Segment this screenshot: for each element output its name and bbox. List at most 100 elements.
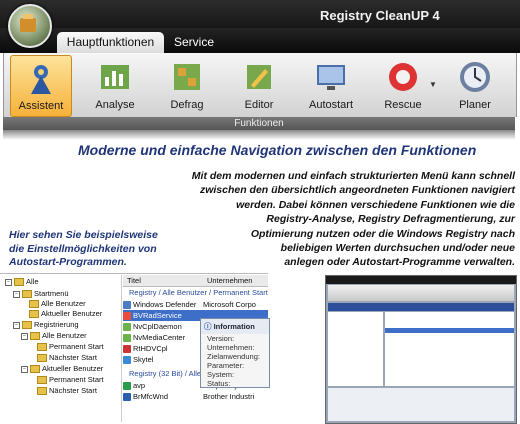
tree-item[interactable]: − Alle Benutzer <box>21 331 87 341</box>
folder-icon <box>22 290 32 299</box>
rescue-icon <box>389 63 417 91</box>
program-icon <box>123 345 131 354</box>
planer-button[interactable]: Planer <box>445 55 505 115</box>
description-line: anlegen oder Autostart-Programme verwalt… <box>284 256 515 269</box>
tab-hauptfunktionen[interactable]: Hauptfunktionen <box>57 32 164 53</box>
list-header: Titel Unternehmen <box>123 275 268 287</box>
folder-icon <box>30 332 40 341</box>
assistent-label: Assistent <box>18 100 64 112</box>
rescue-label: Rescue <box>384 99 422 111</box>
info-field: Parameter: <box>207 361 245 370</box>
app-title: Registry CleanUP 4 <box>320 8 440 23</box>
info-field: Unternehmen: <box>207 343 255 352</box>
ribbon-shadow <box>3 130 515 140</box>
description-line: Registry-Analyse, Registry Defragmentier… <box>266 213 515 226</box>
description-line: beliebigen Werten durchsuchen und/oder n… <box>280 242 515 255</box>
analyse-button[interactable]: Analyse <box>85 55 145 115</box>
editor-button[interactable]: Editor <box>229 55 289 115</box>
caption-line: Autostart-Programmen. <box>9 256 127 268</box>
info-field: Zielanwendung: <box>207 352 260 361</box>
autostart-label: Autostart <box>308 99 354 111</box>
tree-item[interactable]: − Aktueller Benutzer <box>21 364 103 374</box>
rescue-button[interactable]: Rescue <box>373 55 433 115</box>
folder-icon <box>30 365 40 374</box>
tree-item[interactable]: Aktueller Benutzer <box>29 309 102 319</box>
autostart-tree: − Alle − Startmenü Alle Benutzer Aktueller… <box>3 275 122 422</box>
list-row[interactable]: Windows Defender Microsoft Corpo <box>123 299 268 310</box>
autostart-icon <box>317 65 345 90</box>
thumb-selected-row <box>385 328 514 333</box>
info-popup-title: ⓘ Information <box>201 319 269 334</box>
thumb-tree <box>328 312 383 386</box>
folder-icon <box>37 343 47 352</box>
thumb-toolbar <box>328 303 514 311</box>
assistent-button[interactable]: Assistent <box>10 55 72 117</box>
tree-item[interactable]: Permanent Start <box>37 375 104 385</box>
caption-line: Hier sehen Sie beispielsweise <box>9 229 158 241</box>
collapse-icon: − <box>13 290 20 298</box>
editor-icon <box>247 65 271 89</box>
program-icon <box>123 393 131 402</box>
thumb-list <box>385 312 514 386</box>
collapse-icon: − <box>13 321 20 329</box>
planer-label: Planer <box>459 99 491 111</box>
tree-item[interactable]: Nächster Start <box>37 386 97 396</box>
description-line: Mit dem modernen und einfach strukturier… <box>191 170 515 182</box>
folder-icon <box>29 310 39 319</box>
caption-line: die Einstellmöglichkeiten von <box>9 242 157 255</box>
tree-item[interactable]: Nächster Start <box>37 353 97 363</box>
description-line: werden. Dabei können verschiedene Funkti… <box>236 198 515 211</box>
folder-icon <box>14 278 24 287</box>
wizard-icon <box>31 65 51 94</box>
info-field: Status: <box>207 379 231 388</box>
folder-icon <box>37 376 47 385</box>
defrag-icon <box>174 64 200 90</box>
thumb-titlebar <box>326 276 516 284</box>
headline: Moderne und einfache Navigation zwischen… <box>78 142 477 158</box>
description: Mit dem modernen und einfach strukturier… <box>143 169 515 270</box>
program-icon <box>123 301 131 310</box>
folder-icon <box>22 321 32 330</box>
caption: Hier sehen Sie beispielsweise die Einste… <box>9 229 179 270</box>
tree-item[interactable]: Permanent Start <box>37 342 104 352</box>
defrag-label: Defrag <box>170 99 204 111</box>
description-line: zwischen den übersichtlich angeordneten … <box>199 184 515 197</box>
folder-icon <box>37 387 47 396</box>
tree-item[interactable]: − Registrierung <box>13 320 79 330</box>
list-group-header: Registry / Alle Benutzer / Permanent Sta… <box>129 288 268 297</box>
collapse-icon: − <box>21 332 28 340</box>
app-thumbnail-screenshot <box>325 275 517 424</box>
program-icon <box>123 312 131 321</box>
analyse-label: Analyse <box>95 99 135 111</box>
program-icon <box>123 356 131 365</box>
program-icon <box>123 382 131 391</box>
description-line: Optimierung nutzen oder die Windows Regi… <box>250 227 515 240</box>
info-field: Version: <box>207 334 235 343</box>
app-menu-orb-icon[interactable] <box>8 4 52 48</box>
program-icon <box>123 334 131 343</box>
folder-icon <box>37 354 47 363</box>
defrag-button[interactable]: Defrag <box>157 55 217 115</box>
editor-label: Editor <box>244 99 274 111</box>
tab-service[interactable]: Service <box>165 32 223 53</box>
app-logo-icon <box>20 14 36 32</box>
folder-icon <box>29 300 39 309</box>
info-popup: ⓘ Information Version: Unternehmen: Ziel… <box>200 318 270 388</box>
tree-item[interactable]: Alle Benutzer <box>29 299 86 309</box>
tree-item[interactable]: − Alle <box>5 277 39 287</box>
ribbon-group-label: Funktionen <box>3 117 515 130</box>
thumb-ribbon <box>328 285 514 301</box>
analyse-icon <box>101 65 129 89</box>
planer-icon <box>460 62 490 92</box>
tree-item[interactable]: − Startmenü <box>13 289 69 299</box>
column-header-unternehmen[interactable]: Unternehmen <box>207 276 252 285</box>
info-field: System: <box>207 370 235 379</box>
collapse-icon: − <box>5 278 12 286</box>
info-icon: ⓘ <box>204 322 214 331</box>
rescue-dropdown-icon[interactable]: ▼ <box>429 80 437 89</box>
thumb-details-panel <box>328 388 514 421</box>
collapse-icon: − <box>21 365 28 373</box>
autostart-button[interactable]: Autostart <box>301 55 361 115</box>
list-row[interactable]: BrMfcWnd Brother Industri <box>123 391 268 402</box>
column-header-titel[interactable]: Titel <box>123 275 207 286</box>
